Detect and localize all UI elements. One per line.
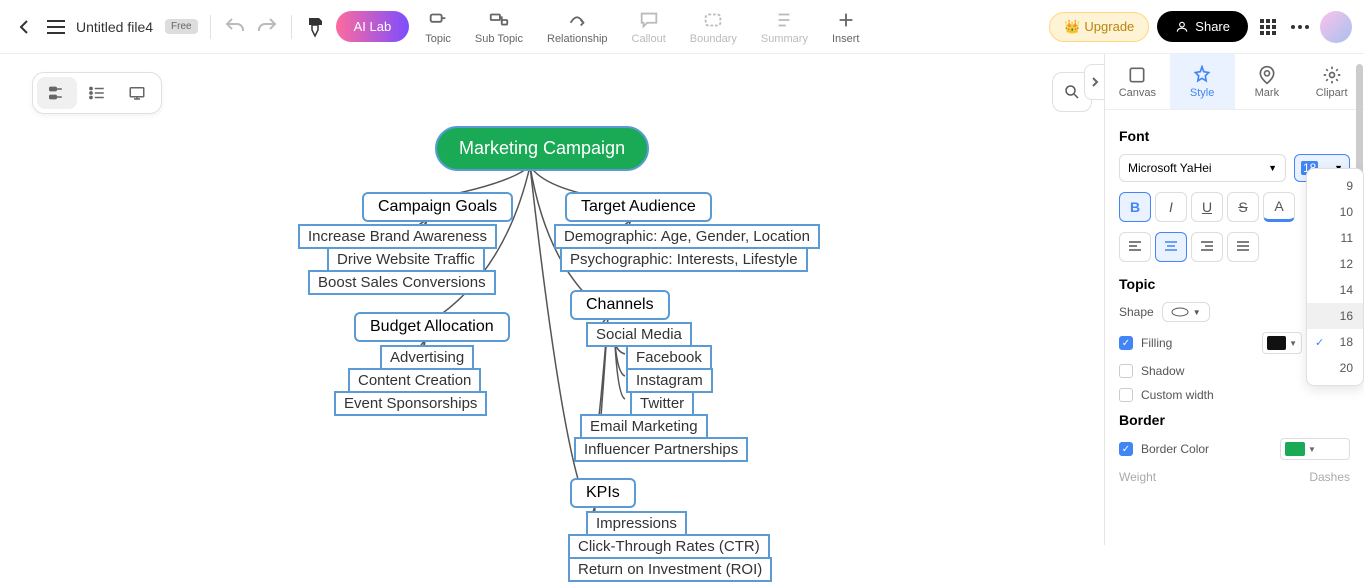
subtopic-button[interactable]: Sub Topic: [467, 5, 531, 49]
size-option-12[interactable]: 12: [1307, 251, 1363, 277]
font-family-select[interactable]: Microsoft YaHei▼: [1119, 154, 1286, 182]
size-option-18[interactable]: ✓18: [1307, 329, 1363, 355]
italic-button[interactable]: I: [1155, 192, 1187, 222]
mindmap-canvas[interactable]: Marketing Campaign Campaign Goals Increa…: [0, 54, 1104, 545]
size-option-20[interactable]: 20: [1307, 355, 1363, 381]
topic-channels[interactable]: Channels: [570, 290, 670, 320]
share-button[interactable]: Share: [1157, 11, 1248, 42]
size-option-9[interactable]: 9: [1307, 173, 1363, 199]
node-kpi-0[interactable]: Impressions: [586, 511, 687, 536]
node-goals-1[interactable]: Drive Website Traffic: [327, 247, 485, 272]
scrollbar-thumb[interactable]: [1356, 64, 1363, 184]
align-center-button[interactable]: [1155, 232, 1187, 262]
font-size-dropdown: 9 10 11 12 14 16 ✓18 20: [1306, 168, 1364, 386]
person-icon: [1175, 20, 1189, 34]
node-social[interactable]: Social Media: [586, 322, 692, 347]
node-social-0[interactable]: Facebook: [626, 345, 712, 370]
node-kpi-1[interactable]: Click-Through Rates (CTR): [568, 534, 770, 559]
topic-button[interactable]: Topic: [417, 5, 459, 49]
node-budget-2[interactable]: Event Sponsorships: [334, 391, 487, 416]
dashes-label: Dashes: [1309, 470, 1350, 484]
node-social-1[interactable]: Instagram: [626, 368, 713, 393]
properties-panel: Canvas Style Mark Clipart Font Microsoft…: [1104, 54, 1364, 545]
filling-checkbox[interactable]: ✓: [1119, 336, 1133, 350]
node-channel-influencer[interactable]: Influencer Partnerships: [574, 437, 748, 462]
divider: [210, 15, 211, 39]
node-budget-1[interactable]: Content Creation: [348, 368, 481, 393]
text-color-button[interactable]: A: [1263, 192, 1295, 222]
apps-icon[interactable]: [1256, 15, 1280, 39]
custom-width-label: Custom width: [1141, 388, 1214, 402]
strikethrough-button[interactable]: S: [1227, 192, 1259, 222]
border-color-label: Border Color: [1141, 442, 1209, 456]
undo-icon[interactable]: [223, 15, 247, 39]
ellipse-icon: [1171, 307, 1189, 317]
crown-icon: 👑: [1064, 19, 1080, 35]
free-badge: Free: [165, 19, 198, 34]
custom-width-checkbox[interactable]: [1119, 388, 1133, 402]
root-node[interactable]: Marketing Campaign: [435, 126, 649, 171]
font-section-title: Font: [1119, 128, 1350, 144]
redo-icon[interactable]: [255, 15, 279, 39]
back-icon[interactable]: [12, 15, 36, 39]
shape-label: Shape: [1119, 305, 1154, 319]
node-kpi-2[interactable]: Return on Investment (ROI): [568, 557, 772, 582]
node-goals-0[interactable]: Increase Brand Awareness: [298, 224, 497, 249]
node-channel-email[interactable]: Email Marketing: [580, 414, 708, 439]
topic-budget[interactable]: Budget Allocation: [354, 312, 510, 342]
clipart-icon: [1322, 65, 1342, 85]
node-audience-1[interactable]: Psychographic: Interests, Lifestyle: [560, 247, 808, 272]
divider: [291, 15, 292, 39]
filling-color-1[interactable]: ▼: [1262, 332, 1302, 354]
insert-button[interactable]: Insert: [824, 5, 868, 49]
size-option-16[interactable]: 16: [1307, 303, 1363, 329]
underline-button[interactable]: U: [1191, 192, 1223, 222]
upgrade-button[interactable]: 👑Upgrade: [1049, 12, 1149, 42]
shadow-label: Shadow: [1141, 364, 1184, 378]
menu-icon[interactable]: [44, 15, 68, 39]
topic-goals[interactable]: Campaign Goals: [362, 192, 513, 222]
check-icon: ✓: [1315, 336, 1324, 349]
align-right-button[interactable]: [1191, 232, 1223, 262]
format-painter-icon[interactable]: [304, 15, 328, 39]
chevron-down-icon: ▼: [1268, 163, 1277, 173]
size-option-14[interactable]: 14: [1307, 277, 1363, 303]
tab-canvas[interactable]: Canvas: [1105, 54, 1170, 109]
filling-label: Filling: [1141, 336, 1172, 350]
border-color-checkbox[interactable]: ✓: [1119, 442, 1133, 456]
callout-button[interactable]: Callout: [624, 5, 674, 49]
size-option-10[interactable]: 10: [1307, 199, 1363, 225]
topic-audience[interactable]: Target Audience: [565, 192, 712, 222]
node-audience-0[interactable]: Demographic: Age, Gender, Location: [554, 224, 820, 249]
border-color-swatch[interactable]: ▼: [1280, 438, 1350, 460]
node-social-2[interactable]: Twitter: [630, 391, 694, 416]
bold-button[interactable]: B: [1119, 192, 1151, 222]
avatar[interactable]: [1320, 11, 1352, 43]
node-goals-2[interactable]: Boost Sales Conversions: [308, 270, 496, 295]
summary-button[interactable]: Summary: [753, 5, 816, 49]
shape-select[interactable]: ▼: [1162, 302, 1210, 322]
style-icon: [1192, 65, 1212, 85]
border-section-title: Border: [1119, 412, 1350, 428]
top-toolbar: Untitled file4 Free AI Lab Topic Sub Top…: [0, 0, 1364, 54]
mark-icon: [1257, 65, 1277, 85]
node-budget-0[interactable]: Advertising: [380, 345, 474, 370]
align-left-button[interactable]: [1119, 232, 1151, 262]
ai-lab-button[interactable]: AI Lab: [336, 11, 410, 42]
topic-kpis[interactable]: KPIs: [570, 478, 636, 508]
file-title[interactable]: Untitled file4: [76, 19, 153, 35]
tab-mark[interactable]: Mark: [1235, 54, 1300, 109]
relationship-button[interactable]: Relationship: [539, 5, 616, 49]
size-option-11[interactable]: 11: [1307, 225, 1363, 251]
tab-style[interactable]: Style: [1170, 54, 1235, 109]
more-icon[interactable]: [1288, 15, 1312, 39]
canvas-icon: [1127, 65, 1147, 85]
panel-tabs: Canvas Style Mark Clipart: [1105, 54, 1364, 110]
boundary-button[interactable]: Boundary: [682, 5, 745, 49]
align-justify-button[interactable]: [1227, 232, 1259, 262]
weight-label: Weight: [1119, 470, 1156, 484]
shadow-checkbox[interactable]: [1119, 364, 1133, 378]
